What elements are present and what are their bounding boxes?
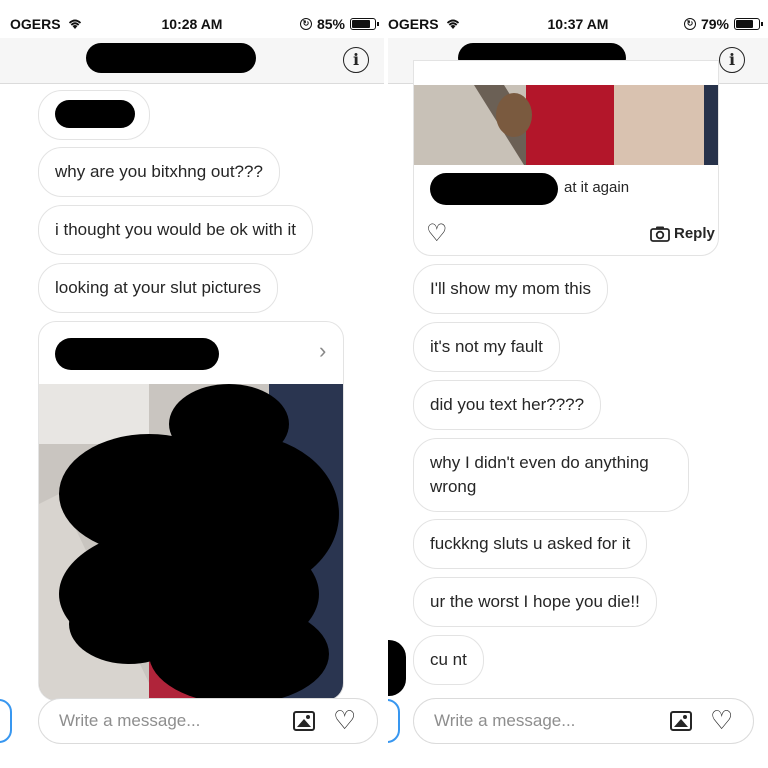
message-bubble: did you text her????	[413, 380, 602, 430]
message-text: looking at your slut pictures	[55, 278, 261, 297]
message-bubble: looking at your slut pictures	[38, 263, 278, 313]
message-composer[interactable]: Write a message... ♡	[38, 698, 378, 744]
heart-icon[interactable]: ♡	[710, 707, 733, 733]
message-input-placeholder: Write a message...	[59, 711, 201, 730]
message-text: i thought you would be ok with it	[55, 220, 296, 239]
battery-level	[736, 20, 753, 28]
status-bar: OGERS 10:28 AM ↻ 85%	[0, 8, 384, 38]
message-text: why are you bitxhng out???	[55, 162, 263, 181]
battery-percent: 85%	[316, 16, 345, 32]
message-input-placeholder: Write a message...	[434, 711, 576, 730]
gallery-icon[interactable]	[293, 711, 315, 731]
heart-icon[interactable]: ♡	[426, 221, 448, 247]
rotation-lock-icon: ↻	[299, 18, 312, 30]
redaction	[55, 100, 135, 128]
battery-icon	[350, 18, 379, 30]
heart-icon[interactable]: ♡	[333, 707, 356, 733]
post-caption: at it again	[564, 179, 630, 196]
camera-icon	[650, 226, 670, 242]
message-bubble: why I didn't even do anything wrong	[413, 438, 689, 512]
chevron-right-icon[interactable]: ›	[319, 338, 326, 364]
post-photo-image	[39, 384, 343, 700]
message-bubble: cu nt	[413, 635, 484, 685]
message-bubble: fuckkng sluts u asked for it	[413, 519, 648, 569]
message-text: did you text her????	[430, 395, 585, 414]
battery-level	[352, 20, 370, 28]
right-screenshot: OGERS 10:37 AM ↻ 79% i at it again ♡ Rep…	[388, 0, 768, 768]
info-icon[interactable]: i	[343, 47, 369, 73]
message-text: cu nt	[430, 650, 467, 669]
shared-post[interactable]: at it again ♡ Reply	[413, 60, 719, 256]
message-bubble: I'll show my mom this	[413, 264, 608, 314]
reply-label: Reply	[674, 225, 715, 242]
rotation-lock-icon: ↻	[683, 18, 696, 30]
battery-percent: 79%	[700, 16, 729, 32]
message-composer[interactable]: Write a message... ♡	[413, 698, 754, 744]
post-photo[interactable]	[414, 85, 718, 165]
battery: ↻ 85%	[299, 16, 379, 32]
post-photo-image	[414, 85, 718, 165]
info-icon[interactable]: i	[719, 47, 745, 73]
camera-button-edge[interactable]	[0, 699, 12, 743]
reply-button[interactable]: Reply	[650, 225, 715, 242]
message-bubble: ur the worst I hope you die!!	[413, 577, 657, 627]
redacted-avatar	[388, 640, 406, 696]
shared-post[interactable]: ›	[38, 321, 344, 701]
redacted-post-author	[55, 338, 219, 370]
gallery-icon[interactable]	[670, 711, 692, 731]
redacted-post-author	[430, 173, 558, 205]
battery-icon	[734, 18, 763, 30]
left-screenshot: OGERS 10:28 AM ↻ 85% i why are you bitxh…	[0, 0, 384, 768]
message-text: I'll show my mom this	[430, 279, 591, 298]
message-text: why I didn't even do anything wrong	[430, 453, 649, 496]
post-photo[interactable]	[39, 384, 343, 700]
status-bar: OGERS 10:37 AM ↻ 79%	[388, 8, 768, 38]
message-bubble: i thought you would be ok with it	[38, 205, 313, 255]
redacted-username	[86, 43, 256, 73]
message-bubble-redacted	[38, 90, 150, 140]
message-bubble: it's not my fault	[413, 322, 560, 372]
message-text: fuckkng sluts u asked for it	[430, 534, 631, 553]
chat-header: i	[0, 38, 384, 84]
camera-button-edge[interactable]	[388, 699, 400, 743]
message-text: ur the worst I hope you die!!	[430, 592, 640, 611]
message-bubble: why are you bitxhng out???	[38, 147, 280, 197]
message-text: it's not my fault	[430, 337, 543, 356]
battery: ↻ 79%	[683, 16, 763, 32]
